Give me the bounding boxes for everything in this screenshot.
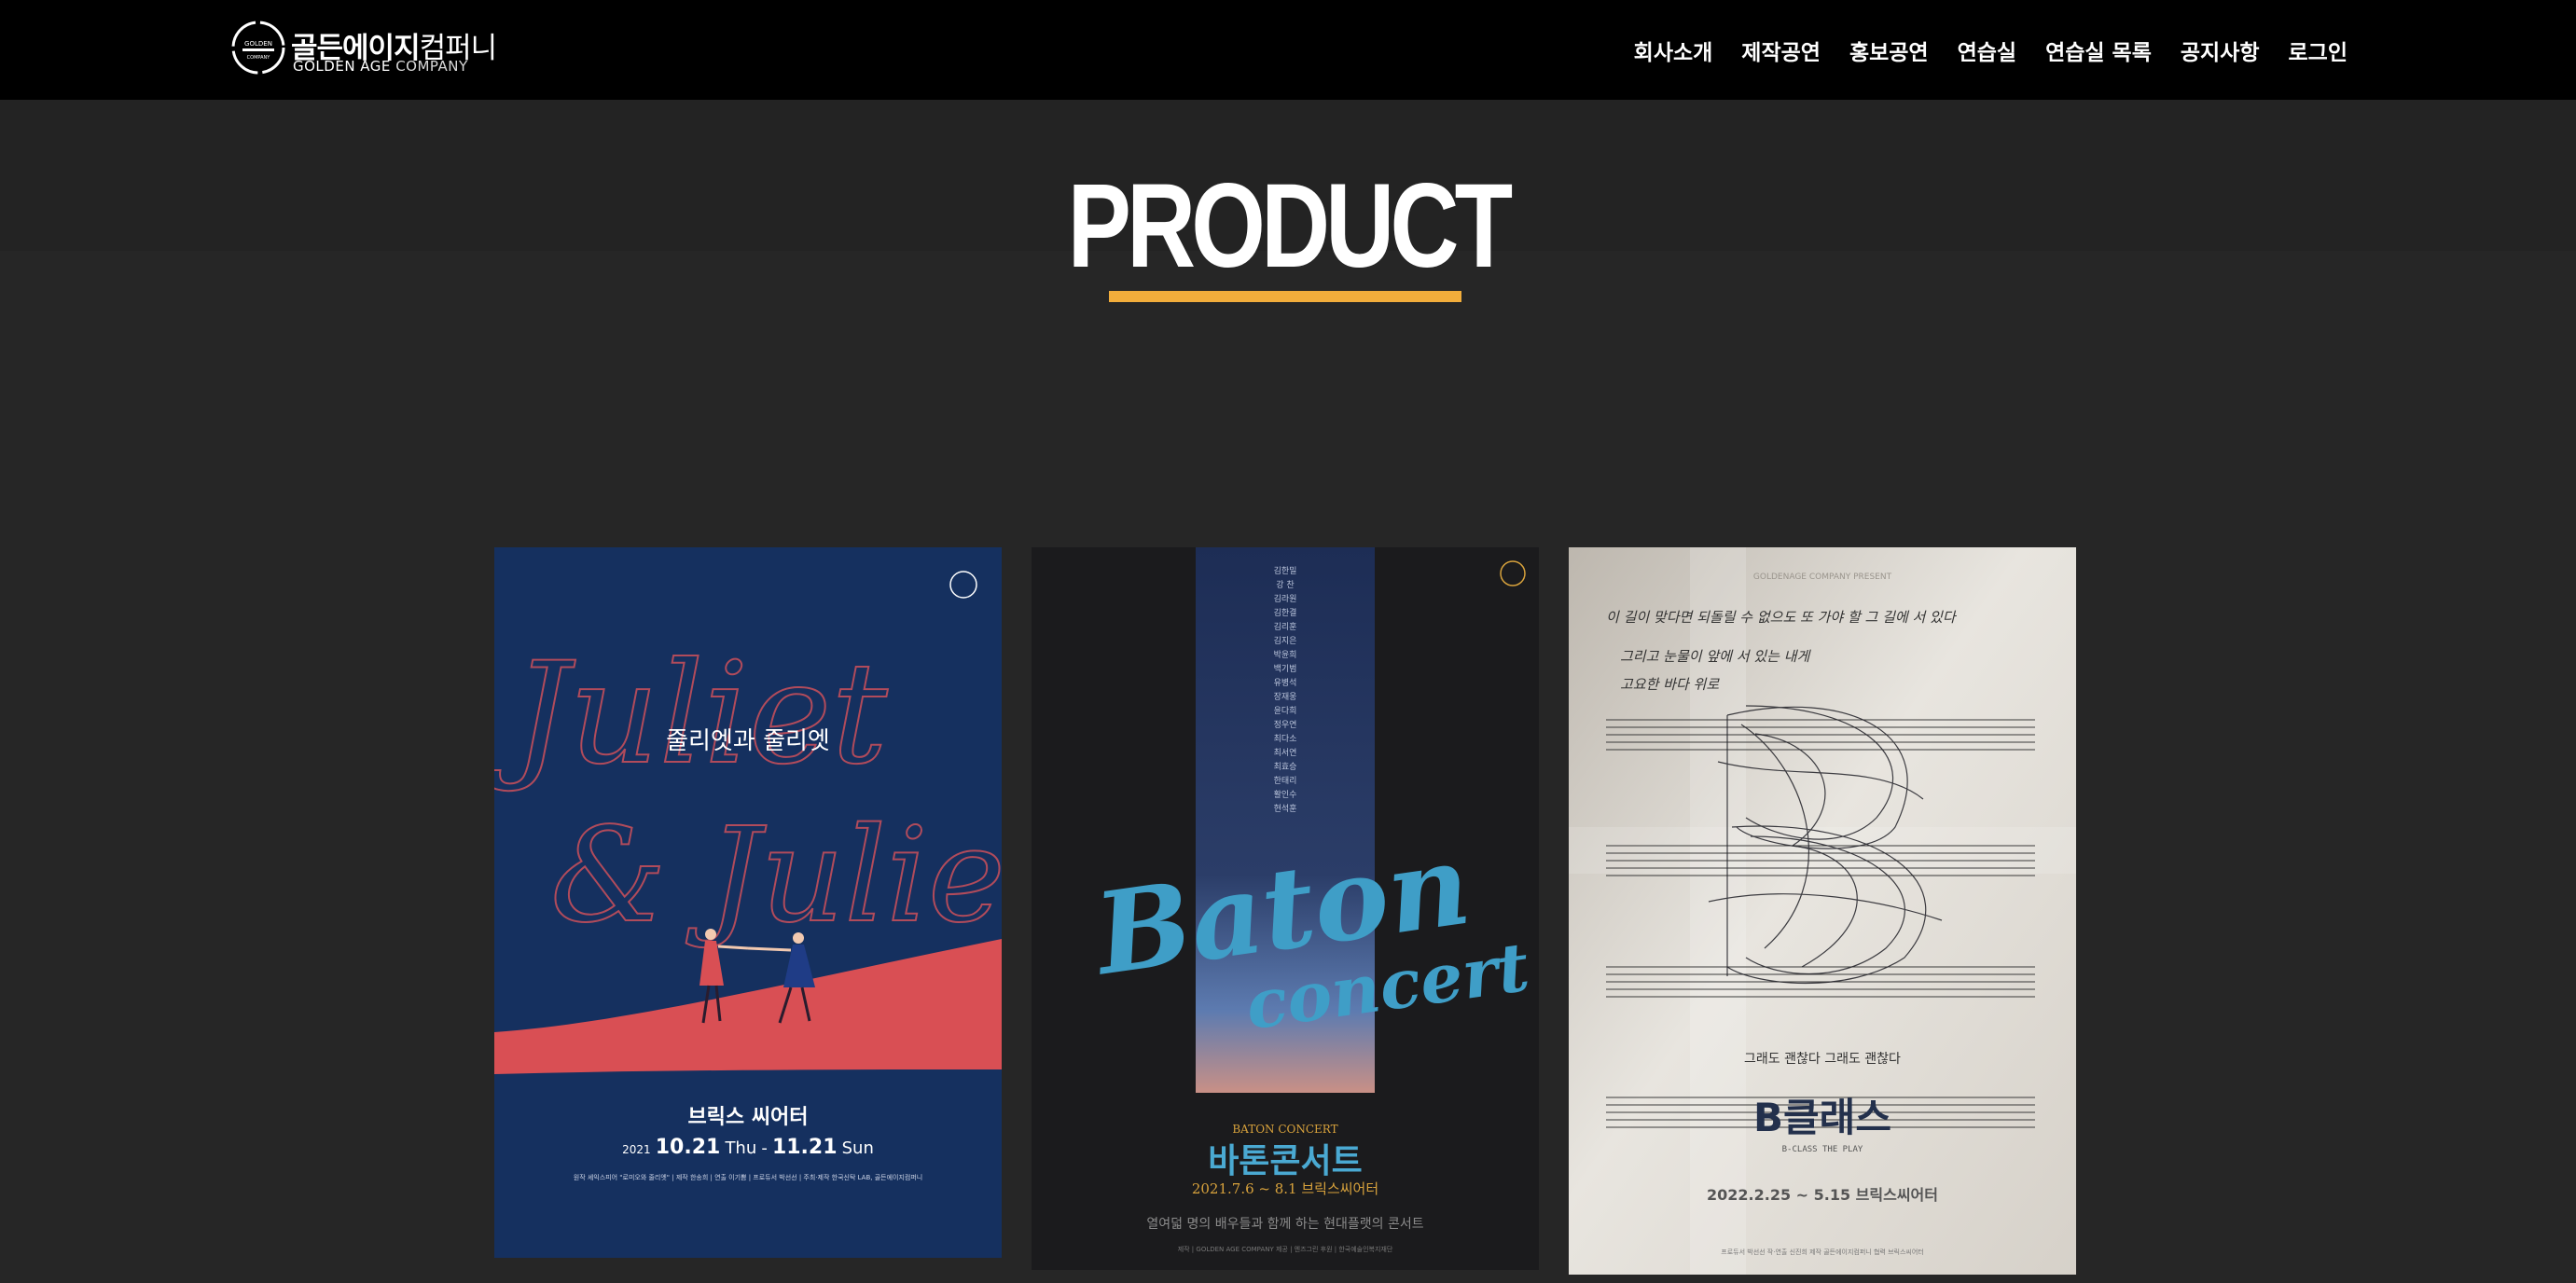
svg-text:유병석: 유병석 xyxy=(1274,678,1297,688)
svg-text:활인수: 활인수 xyxy=(1274,789,1297,800)
poster-venue: 브릭스 씨어터 xyxy=(687,1106,808,1129)
poster-tagline: 열여덟 명의 배우들과 함께 하는 현대플랫의 콘서트 xyxy=(1146,1217,1423,1232)
poster-presenter: GOLDENAGE COMPANY PRESENT xyxy=(1753,573,1892,582)
poster-b-class: GOLDENAGE COMPANY PRESENT 이 길이 맞다면 되돌릴 수… xyxy=(1569,547,2076,1275)
nav-rehearsal-room-list[interactable]: 연습실 목록 xyxy=(2045,34,2152,66)
logo-english-name: GOLDEN AGE COMPANY xyxy=(293,58,468,75)
svg-text:김지은: 김지은 xyxy=(1274,635,1297,646)
svg-text:최서연: 최서연 xyxy=(1274,748,1297,758)
window-light-beam xyxy=(1569,827,2076,874)
poster-credits: 프로듀서 박선선 작·연출 신진희 제작 골든에이지컴퍼니 협력 브릭스씨어터 xyxy=(1721,1248,1923,1256)
logo-emblem-icon: GOLDEN COMPANY xyxy=(231,21,285,75)
svg-text:윤다희: 윤다희 xyxy=(1274,705,1297,716)
nav-rehearsal-room[interactable]: 연습실 xyxy=(1958,34,2016,66)
svg-text:GOLDEN: GOLDEN xyxy=(244,40,272,48)
svg-text:장재웅: 장재웅 xyxy=(1274,692,1297,702)
svg-text:김라원: 김라원 xyxy=(1274,593,1297,604)
svg-text:박윤희: 박윤희 xyxy=(1274,649,1297,660)
nav-login[interactable]: 로그인 xyxy=(2289,34,2347,66)
nav-productions[interactable]: 제작공연 xyxy=(1741,34,1821,66)
product-card-b-class[interactable]: GOLDENAGE COMPANY PRESENT 이 길이 맞다면 되돌릴 수… xyxy=(1569,547,2076,1275)
svg-text:강 찬: 강 찬 xyxy=(1276,580,1294,590)
svg-text:COMPANY: COMPANY xyxy=(247,55,271,61)
poster-eyebrow: BATON CONCERT xyxy=(1232,1123,1337,1136)
svg-text:고요한 바다 위로: 고요한 바다 위로 xyxy=(1620,676,1720,693)
svg-text:김리훈: 김리훈 xyxy=(1274,621,1297,632)
page-title: PRODUCT xyxy=(1067,159,1514,293)
poster-title: 줄리엣과 줄리엣 xyxy=(666,727,830,755)
svg-text:현석훈: 현석훈 xyxy=(1274,803,1297,814)
poster-juliet: Juliet & Juliet 줄리엣과 줄리엣 브릭스 씨어터 2021 10… xyxy=(494,547,1002,1258)
svg-text:백기범: 백기범 xyxy=(1274,664,1297,674)
svg-text:김한결: 김한결 xyxy=(1274,607,1297,618)
title-underline xyxy=(1109,291,1461,302)
poster-tagline: 그래도 괜찮다 그래도 괜찮다 xyxy=(1744,1052,1901,1067)
company-logo[interactable]: GOLDEN COMPANY 골든에이지컴퍼니 GOLDEN AGE COMPA… xyxy=(229,19,497,78)
svg-text:한태리: 한태리 xyxy=(1274,776,1297,786)
poster-credits: 원작 셰익스피어 "로미오와 줄리엣" | 제작 한송희 | 연출 이기쁨 | … xyxy=(574,1173,922,1181)
poster-title: B클래스 xyxy=(1753,1095,1891,1140)
poster-subtitle: B-CLASS THE PLAY xyxy=(1782,1145,1863,1154)
poster-credits: 제작 | GOLDEN AGE COMPANY 제공 | 엔즈그린 후원 | 한… xyxy=(1178,1245,1393,1253)
top-navigation-bar: GOLDEN COMPANY 골든에이지컴퍼니 GOLDEN AGE COMPA… xyxy=(0,0,2576,100)
svg-text:그리고 눈물이 앞에 서 있는 내게: 그리고 눈물이 앞에 서 있는 내게 xyxy=(1620,648,1811,665)
svg-text:최다소: 최다소 xyxy=(1274,734,1297,744)
svg-text:이 길이 맞다면 되돌릴 수 없으도 또 가야 할 그 길에: 이 길이 맞다면 되돌릴 수 없으도 또 가야 할 그 길에 서 있다 xyxy=(1606,609,1958,626)
svg-text:정우연: 정우연 xyxy=(1274,720,1297,730)
product-card-baton-concert[interactable]: 김한밀 강 찬 김라원 김한결 김리훈 김지은 박윤희 백기범 유병석 장재웅 … xyxy=(1032,547,1539,1270)
svg-text:최효승: 최효승 xyxy=(1274,762,1297,772)
nav-notices[interactable]: 공지사항 xyxy=(2181,34,2260,66)
poster-script-and-juliet: & Juliet xyxy=(550,800,1002,952)
poster-title: 바톤콘서트 xyxy=(1208,1142,1363,1180)
main-nav: 회사소개 제작공연 홍보공연 연습실 연습실 목록 공지사항 로그인 xyxy=(1634,0,2347,100)
poster-run-dates: 2021 10.21 Thu - 11.21 Sun xyxy=(622,1136,874,1159)
poster-dates: 2021.7.6 ~ 8.1 브릭스씨어터 xyxy=(1192,1180,1378,1197)
svg-text:김한밀: 김한밀 xyxy=(1274,565,1297,576)
poster-dates: 2022.2.25 ~ 5.15 브릭스씨어터 xyxy=(1707,1186,1938,1204)
poster-baton-concert: 김한밀 강 찬 김라원 김한결 김리훈 김지은 박윤희 백기범 유병석 장재웅 … xyxy=(1032,547,1539,1270)
product-card-juliet[interactable]: Juliet & Juliet 줄리엣과 줄리엣 브릭스 씨어터 2021 10… xyxy=(494,547,1002,1258)
poster-script-juliet: Juliet xyxy=(494,633,888,795)
nav-company-intro[interactable]: 회사소개 xyxy=(1634,34,1713,66)
nav-promo-shows[interactable]: 홍보공연 xyxy=(1849,34,1929,66)
